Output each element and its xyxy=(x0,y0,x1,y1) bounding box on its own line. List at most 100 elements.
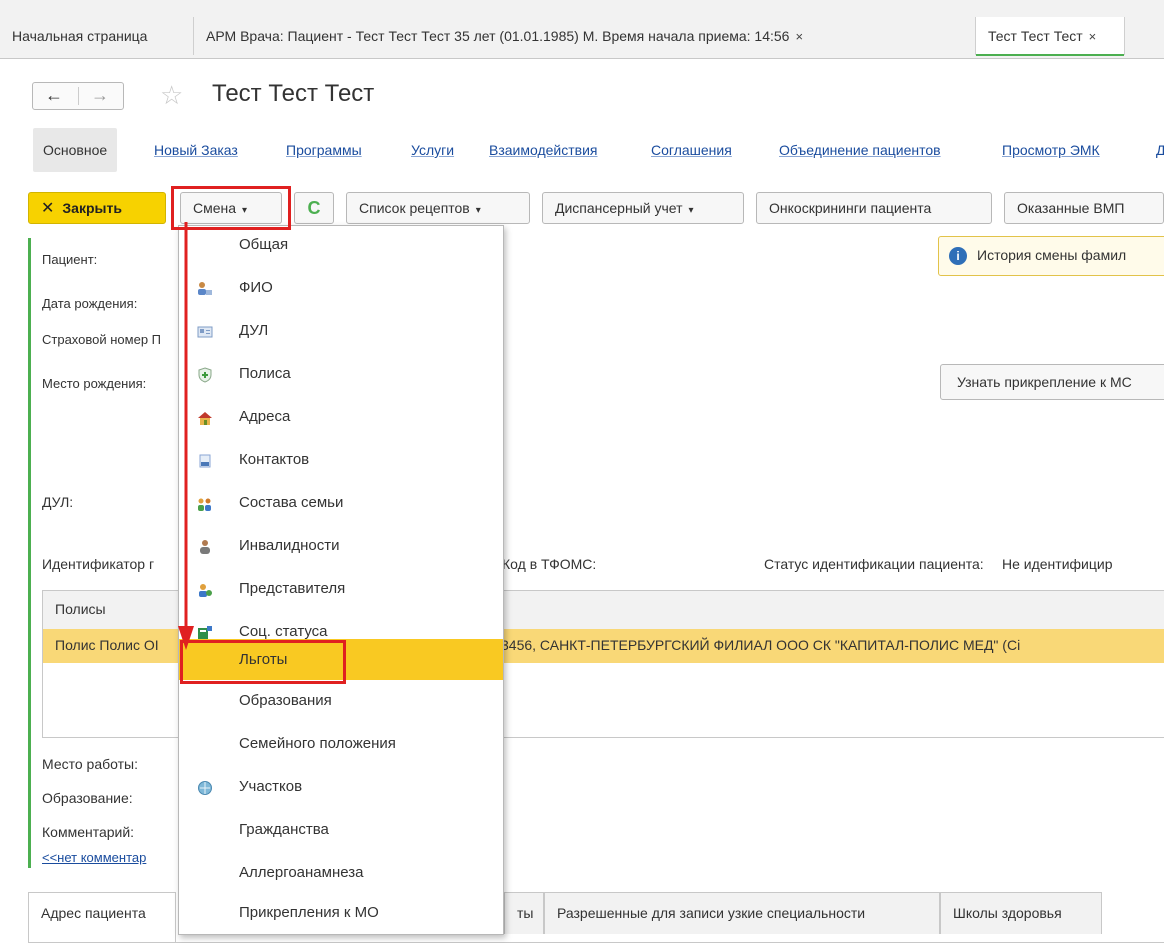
dul-label: ДУЛ: xyxy=(42,494,74,510)
change-dropdown-menu: Общая ФИО ДУЛ Полиса Адреса Контактов Со… xyxy=(178,225,504,935)
form-accent-bar xyxy=(28,238,31,868)
menu-item-allergy-history[interactable]: Аллергоанамнеза xyxy=(179,854,503,895)
annotation-highlight-benefits xyxy=(180,640,346,684)
birthdate-label: Дата рождения: xyxy=(42,296,138,311)
surname-history-label: История смены фамил xyxy=(977,247,1127,263)
favorite-star-icon[interactable]: ☆ xyxy=(160,80,183,111)
tab-health-schools[interactable]: Школы здоровья xyxy=(940,892,1102,934)
phone-icon xyxy=(199,454,211,468)
birthplace-label: Место рождения: xyxy=(42,376,147,391)
section-interactions[interactable]: Взаимодействия xyxy=(489,142,598,158)
section-new-order[interactable]: Новый Заказ xyxy=(154,142,238,158)
tab-patient-address[interactable]: Адрес пациента xyxy=(28,892,176,942)
menu-item-education[interactable]: Образования xyxy=(179,682,503,723)
close-x-icon: ✕ xyxy=(41,200,55,217)
section-merge-patients[interactable]: Объединение пациентов xyxy=(779,142,941,158)
close-icon[interactable]: × xyxy=(1089,29,1097,44)
identifier-label: Идентификатор г xyxy=(42,556,155,572)
chevron-down-icon: ▾ xyxy=(475,205,481,216)
dispensary-button[interactable]: Диспансерный учет ▾ xyxy=(542,192,744,224)
tab-patient-label: Тест Тест Тест xyxy=(988,28,1083,44)
insurance-number-label: Страховой номер П xyxy=(42,332,162,347)
recipes-list-button[interactable]: Список рецептов ▾ xyxy=(346,192,530,224)
menu-item-contacts[interactable]: Контактов xyxy=(179,441,503,482)
globe-icon xyxy=(198,781,212,795)
menu-item-label: Соц. статуса xyxy=(239,623,328,640)
section-main[interactable]: Основное xyxy=(33,128,118,172)
menu-item-label: Участков xyxy=(239,778,303,795)
menu-item-label: Адреса xyxy=(239,408,291,425)
menu-item-citizenship[interactable]: Гражданства xyxy=(179,811,503,852)
vmp-button-label: Оказанные ВМП xyxy=(1017,200,1125,216)
menu-item-label: Прикрепления к МО xyxy=(239,904,379,921)
menu-item-fio[interactable]: ФИО xyxy=(179,269,503,310)
patient-label: Пациент: xyxy=(42,252,98,267)
tab-home[interactable]: Начальная страница xyxy=(0,17,193,55)
menu-item-representative[interactable]: Представителя xyxy=(179,570,503,611)
person-icon xyxy=(200,540,210,554)
menu-item-label: Общая xyxy=(239,236,289,253)
section-nav: Основное Новый Заказ Программы Услуги Вз… xyxy=(0,128,1164,174)
menu-item-family[interactable]: Состава семьи xyxy=(179,484,503,525)
tab-allowed-specialties[interactable]: Разрешенные для записи узкие специальнос… xyxy=(544,892,940,934)
tab-doctor-workplace-label: АРМ Врача: Пациент - Тест Тест Тест 35 л… xyxy=(206,28,790,44)
menu-item-label: Аллергоанамнеза xyxy=(239,864,364,881)
oncoscreening-button[interactable]: Онкоскрининги пациента xyxy=(756,192,992,224)
identification-status-value: Не идентифицир xyxy=(1002,556,1113,572)
menu-item-general[interactable]: Общая xyxy=(179,226,503,267)
menu-item-label: Образования xyxy=(239,692,332,709)
menu-item-label: Полиса xyxy=(239,365,291,382)
family-icon xyxy=(198,498,211,511)
menu-item-dul[interactable]: ДУЛ xyxy=(179,312,503,353)
id-card-icon xyxy=(197,326,213,338)
identification-status-label: Статус идентификации пациента: xyxy=(764,556,984,572)
menu-item-mo-attachment[interactable]: Прикрепления к МО xyxy=(179,894,503,935)
tab-doctor-workplace[interactable]: АРМ Врача: Пациент - Тест Тест Тест 35 л… xyxy=(193,17,975,55)
page-title: Тест Тест Тест xyxy=(212,80,375,107)
policy-row-left-text: Полис Полис ОІ xyxy=(55,637,159,653)
policy-row-right-text: 3456, САНКТ-ПЕТЕРБУРГСКИЙ ФИЛИАЛ ООО СК … xyxy=(501,637,1021,653)
oncoscreening-button-label: Онкоскрининги пациента xyxy=(769,200,932,216)
refresh-icon: C xyxy=(307,198,321,218)
representative-icon xyxy=(199,584,212,597)
menu-item-label: Инвалидности xyxy=(239,537,340,554)
menu-item-districts[interactable]: Участков xyxy=(179,768,503,809)
section-agreements[interactable]: Соглашения xyxy=(651,142,732,158)
menu-item-label: Семейного положения xyxy=(239,735,396,752)
menu-item-marital-status[interactable]: Семейного положения xyxy=(179,725,503,766)
section-view-emk[interactable]: Просмотр ЭМК xyxy=(1002,142,1100,158)
refresh-button[interactable]: C xyxy=(294,192,334,224)
shield-plus-icon xyxy=(198,367,212,383)
surname-history-button[interactable]: i История смены фамил xyxy=(938,236,1164,276)
section-programs[interactable]: Программы xyxy=(286,142,362,158)
menu-item-policies[interactable]: Полиса xyxy=(179,355,503,396)
menu-item-label: Представителя xyxy=(239,580,346,597)
education-label: Образование: xyxy=(42,790,133,806)
dispensary-button-label: Диспансерный учет xyxy=(555,200,683,216)
menu-item-addresses[interactable]: Адреса xyxy=(179,398,503,439)
vmp-button[interactable]: Оказанные ВМП xyxy=(1004,192,1164,224)
info-icon: i xyxy=(949,247,967,265)
top-tab-bar: Начальная страница АРМ Врача: Пациент - … xyxy=(0,0,1164,59)
tfoms-code-label: Код в ТФОМС: xyxy=(502,556,597,572)
section-services[interactable]: Услуги xyxy=(411,142,454,158)
close-icon[interactable]: × xyxy=(795,29,803,44)
no-comment-link[interactable]: <<нет комментар xyxy=(42,850,146,865)
check-attachment-button[interactable]: Узнать прикрепление к МС xyxy=(940,364,1164,400)
comment-label: Комментарий: xyxy=(42,824,135,840)
back-arrow-icon[interactable]: ← xyxy=(45,85,63,106)
annotation-arrow-icon xyxy=(178,222,194,650)
person-card-icon xyxy=(198,282,212,295)
tab-patient[interactable]: Тест Тест Тест × xyxy=(975,17,1125,56)
recipes-button-label: Список рецептов xyxy=(359,200,470,216)
tab-partial[interactable]: ты xyxy=(504,892,544,934)
forward-arrow-icon[interactable]: → xyxy=(91,85,109,106)
close-button[interactable]: ✕ Закрыть xyxy=(28,192,166,224)
workplace-label: Место работы: xyxy=(42,756,138,772)
chevron-down-icon: ▾ xyxy=(688,205,694,216)
menu-item-label: ДУЛ xyxy=(239,322,269,339)
menu-item-disability[interactable]: Инвалидности xyxy=(179,527,503,568)
section-more[interactable]: Д xyxy=(1156,142,1164,158)
menu-item-label: Контактов xyxy=(239,451,310,468)
tab-home-label: Начальная страница xyxy=(12,28,148,44)
